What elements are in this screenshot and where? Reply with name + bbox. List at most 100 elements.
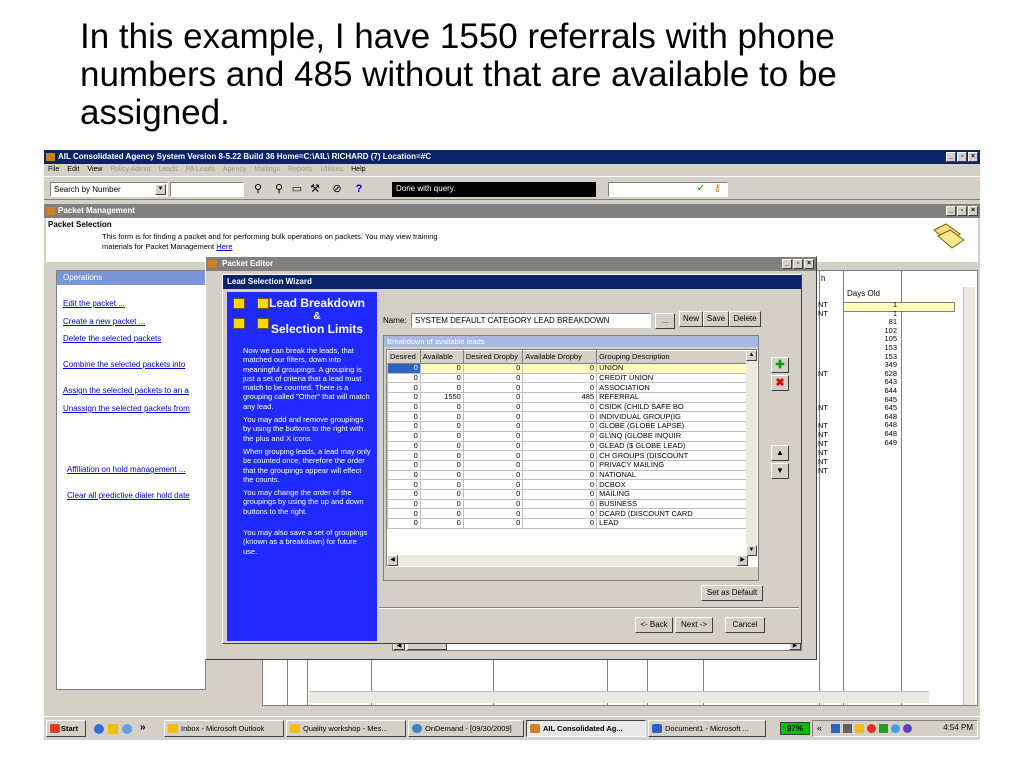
quick-input[interactable]: ✓ ⚷ (608, 182, 728, 197)
menu-help[interactable]: Help (351, 164, 365, 176)
find-all-icon[interactable]: ⚲ (270, 181, 288, 197)
search-type-combo[interactable]: Search by Number ▼ (50, 182, 168, 197)
media-icon[interactable] (122, 724, 132, 734)
table-cell[interactable]: 485 (522, 392, 598, 403)
maximize-button[interactable]: ▫ (957, 152, 967, 162)
table-cell[interactable]: 0 (387, 411, 421, 423)
table-cell[interactable]: 0 (522, 459, 598, 471)
table-cell[interactable]: REFERRAL (596, 392, 757, 403)
pm-close-button[interactable]: × (968, 206, 978, 216)
move-up-button[interactable]: ▲ (771, 445, 789, 461)
network-icon[interactable] (831, 724, 840, 733)
table-cell[interactable]: 0 (387, 479, 421, 490)
table-cell[interactable]: DCBOX (596, 479, 757, 490)
chevron-down-icon[interactable]: ▼ (155, 184, 166, 195)
table-cell[interactable]: 0 (387, 392, 421, 403)
new-button[interactable]: New (679, 311, 703, 327)
grid-vertical-scrollbar[interactable] (963, 287, 975, 705)
pe-close-button[interactable]: × (804, 259, 814, 269)
update-icon[interactable] (891, 724, 900, 733)
table-cell[interactable]: 0 (419, 372, 464, 384)
table-cell[interactable]: 0 (462, 372, 524, 384)
table-row[interactable]: 0 0 0 0 INDIVIDUAL GROUP(IG (387, 411, 757, 423)
table-cell[interactable]: 0 (462, 401, 524, 413)
table-cell[interactable]: 0 (387, 518, 421, 529)
wrench-icon[interactable]: ⚒ (306, 181, 324, 197)
table-cell[interactable]: DCARD (DISCOUNT CARD (596, 508, 757, 519)
menu-policy-admin[interactable]: Policy Admin (110, 164, 150, 176)
table-cell[interactable]: PRIVACY MAILING (596, 459, 757, 471)
menu-view[interactable]: View (87, 164, 102, 176)
table-cell[interactable]: 0 (387, 421, 421, 432)
table-cell[interactable]: 0 (387, 401, 421, 413)
table-cell[interactable]: 0 (522, 498, 598, 510)
days-old-row[interactable]: 649 (846, 438, 900, 448)
task-outlook[interactable]: Inbox - Microsoft Outlook (164, 720, 284, 737)
table-cell[interactable]: 0 (462, 498, 524, 510)
table-cell[interactable]: 0 (462, 459, 524, 471)
table-cell[interactable]: 0 (462, 508, 524, 519)
quicklaunch-chevron[interactable]: » (140, 722, 146, 733)
table-row[interactable]: 0 0 0 0 PRIVACY MAILING (387, 459, 757, 471)
create-packet-link[interactable]: Create a new packet ... (63, 317, 145, 326)
move-down-button[interactable]: ▼ (771, 463, 789, 479)
table-cell[interactable]: 0 (419, 479, 464, 490)
table-cell[interactable]: ASSOCIATION (596, 382, 757, 394)
cancel-button[interactable]: Cancel (725, 617, 765, 633)
menu-pa-leads[interactable]: PA Leads (186, 164, 215, 176)
table-cell[interactable]: 0 (522, 469, 598, 481)
no-entry-icon[interactable]: ⊘ (328, 181, 346, 197)
help-icon[interactable]: ? (350, 181, 368, 197)
table-cell[interactable]: GLOBE (GLOBE LAPSE) (596, 421, 757, 432)
table-cell[interactable]: 0 (419, 459, 464, 471)
column-header[interactable]: Grouping Description (596, 350, 757, 364)
table-row[interactable]: 0 1550 0 485 REFERRAL (387, 392, 757, 403)
table-cell[interactable]: 0 (419, 450, 464, 461)
volume-icon[interactable] (843, 724, 852, 733)
table-row[interactable]: 0 0 0 0 CSIDK (CHILD SAFE BO (387, 401, 757, 413)
table-cell[interactable]: CREDIT UNION (596, 372, 757, 384)
task-ondemand[interactable]: OnDemand - [09/30/2009] (408, 720, 524, 737)
days-old-row[interactable]: 1 (846, 300, 900, 310)
column-header[interactable]: Desired Dropby (462, 350, 524, 364)
table-cell[interactable]: 0 (387, 498, 421, 510)
table-cell[interactable]: 0 (522, 518, 598, 529)
minimize-button[interactable]: _ (946, 152, 956, 162)
browse-button[interactable]: ... (655, 313, 675, 329)
table-vertical-scrollbar[interactable]: ▲ ▼ (746, 350, 757, 556)
table-cell[interactable]: 0 (419, 401, 464, 413)
table-row[interactable]: 0 0 0 0 BUSINESS (387, 498, 757, 510)
table-cell[interactable]: LEAD (596, 518, 757, 529)
column-header[interactable]: Available (419, 350, 464, 364)
table-row[interactable]: 0 0 0 0 ASSOCIATION (387, 382, 757, 394)
table-cell[interactable]: NATIONAL (596, 469, 757, 481)
table-row[interactable]: 0 0 0 0 LEAD (387, 518, 757, 529)
task-word-document[interactable]: Document1 - Microsoft ... (648, 720, 766, 737)
table-cell[interactable]: 0 (387, 459, 421, 471)
table-cell[interactable]: 0 (522, 479, 598, 490)
table-cell[interactable]: 0 (522, 440, 598, 452)
menu-reports[interactable]: Reports (288, 164, 313, 176)
table-row[interactable]: 0 0 0 0 UNION (387, 363, 757, 374)
key-icon[interactable]: ⚷ (714, 183, 721, 195)
pm-minimize-button[interactable]: _ (946, 206, 956, 216)
menu-mailings[interactable]: Mailings (254, 164, 280, 176)
table-cell[interactable]: 0 (419, 508, 464, 519)
checkmark-icon[interactable]: ✓ (697, 183, 705, 195)
table-cell[interactable]: 0 (387, 382, 421, 394)
table-cell[interactable]: 0 (387, 363, 421, 374)
set-as-default-button[interactable]: Set as Default (701, 585, 763, 601)
table-cell[interactable]: 0 (419, 363, 464, 374)
table-row[interactable]: 0 0 0 0 GL\NQ (GLOBE INQUIR (387, 430, 757, 442)
table-cell[interactable]: 0 (387, 430, 421, 442)
scroll-up-icon[interactable]: ▲ (746, 350, 757, 361)
pe-maximize-button[interactable]: ▫ (793, 259, 803, 269)
table-cell[interactable]: 0 (522, 411, 598, 423)
table-cell[interactable]: 0 (419, 488, 464, 500)
training-link[interactable]: Here (216, 242, 232, 251)
card-icon[interactable]: ▭ (288, 181, 306, 197)
combine-packets-link[interactable]: Combine the selected packets into (63, 360, 185, 369)
ie-icon[interactable] (94, 724, 104, 734)
table-cell[interactable]: 0 (387, 488, 421, 500)
table-cell[interactable]: CH GROUPS (DISCOUNT (596, 450, 757, 461)
